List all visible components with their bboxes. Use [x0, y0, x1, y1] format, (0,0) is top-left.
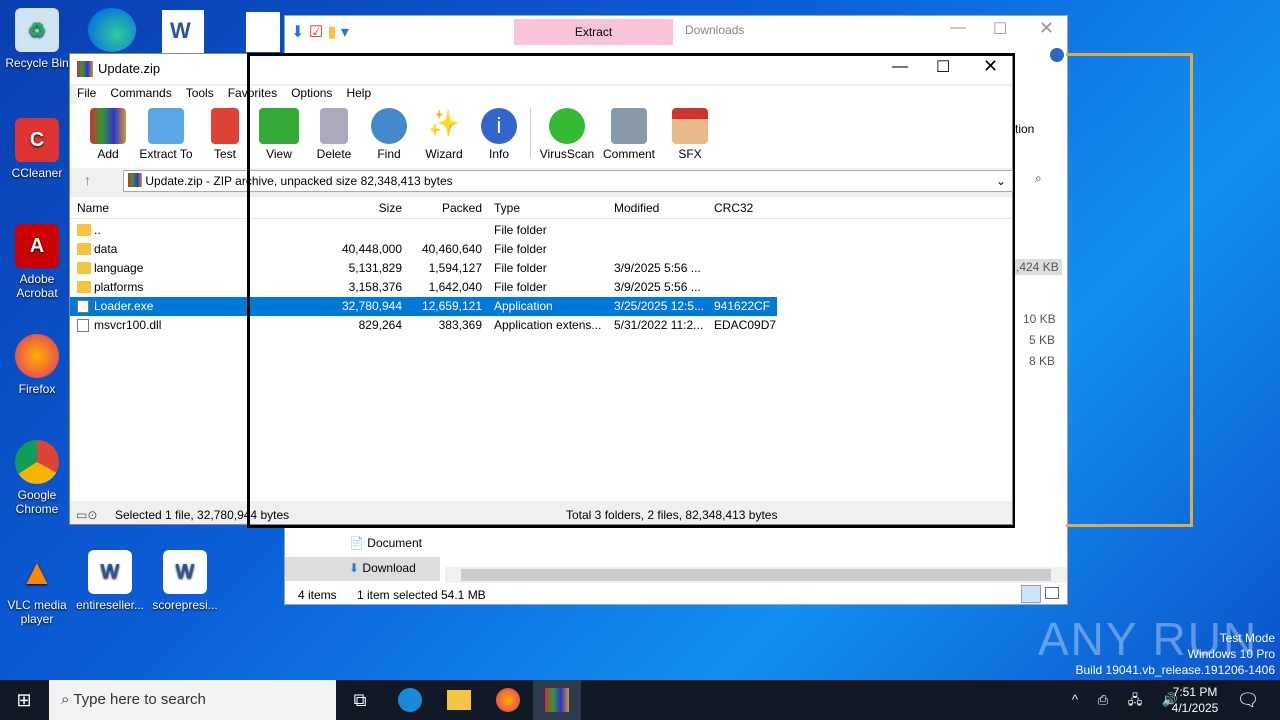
explorer-minimize-button[interactable]: —: [950, 19, 966, 37]
desktop-icon-ccleaner[interactable]: C CCleaner: [0, 118, 74, 180]
nav-item-downloads[interactable]: ⬇ Download: [285, 557, 440, 581]
desktop-icon-firefox[interactable]: Firefox: [0, 334, 74, 396]
cell-name: ..: [94, 223, 101, 237]
cell-name: Loader.exe: [94, 299, 154, 313]
explorer-title: Downloads: [685, 23, 745, 37]
details-view-button[interactable]: [1021, 585, 1041, 603]
ccleaner-icon: C: [15, 118, 59, 162]
ribbon-partial-label: tion: [1015, 122, 1035, 136]
archive-icon: [128, 173, 142, 187]
winrar-app-icon: [77, 61, 93, 77]
desktop-icon-scorepresi[interactable]: Wscorepresi...: [148, 550, 222, 612]
status-selected: 1 item selected: [357, 588, 438, 602]
status-size: 54.1 MB: [441, 588, 486, 602]
up-folder-button[interactable]: ↑: [84, 172, 91, 188]
folder-icon: [77, 262, 91, 274]
drive-icon: ▭⊙: [76, 508, 98, 522]
word-doc-icon: W: [88, 550, 132, 594]
highlight-frame-black: [247, 53, 1015, 528]
quick-access-toolbar: ⬇ ☑ ▮ ▾: [291, 24, 349, 41]
help-icon[interactable]: [1049, 47, 1065, 63]
cell-name: msvcr100.dll: [94, 318, 162, 332]
watermark-text: Test Mode Windows 10 Pro Build 19041.vb_re…: [1075, 631, 1276, 677]
desktop-icon-vlc[interactable]: ▲ VLC media player: [0, 550, 74, 626]
recycle-bin-icon: ♻: [15, 8, 59, 52]
desktop-icon-entireseller[interactable]: Wentireseller...: [73, 550, 147, 612]
vlc-icon: ▲: [19, 551, 55, 592]
file-icon: [77, 319, 89, 332]
toolbar-test[interactable]: Test: [205, 108, 245, 161]
file-size: 8 KB: [1029, 354, 1056, 368]
clock[interactable]: 7:51 PM 4/1/2025: [1166, 684, 1224, 716]
word-desktop-icon[interactable]: W: [162, 10, 204, 54]
taskbar: ⊞ ⌕ Type here to search ⧉ ^ ⎙ 🖧 🔊 7:51 P…: [0, 680, 1280, 720]
highlight-frame-orange: [1066, 53, 1193, 527]
column-name[interactable]: Name: [77, 197, 109, 219]
file-explorer-taskbar-icon[interactable]: [435, 680, 483, 720]
test-clipboard-icon: [211, 108, 239, 144]
edge-desktop-icon[interactable]: [88, 8, 136, 52]
menu-commands[interactable]: Commands: [110, 86, 171, 100]
firefox-icon: [15, 334, 59, 378]
cell-name: data: [94, 242, 118, 256]
explorer-maximize-button[interactable]: ☐: [993, 19, 1007, 39]
horizontal-scrollbar[interactable]: [445, 567, 1067, 583]
file-size: 10 KB: [1023, 312, 1056, 326]
desktop-icon-acrobat[interactable]: A Adobe Acrobat: [0, 224, 74, 300]
file-size: ,424 KB: [1013, 259, 1062, 275]
image-desktop-icon[interactable]: [246, 12, 280, 52]
word-doc-icon: W: [163, 550, 207, 594]
taskbar-search-box[interactable]: ⌕ Type here to search: [49, 680, 336, 720]
folder-icon: [77, 281, 91, 293]
winrar-taskbar-icon[interactable]: [533, 680, 581, 720]
toolbar-extract-to[interactable]: Extract To: [137, 108, 195, 161]
search-icon[interactable]: ⌕: [1035, 171, 1042, 186]
menu-file[interactable]: File: [77, 86, 96, 100]
preview-view-button[interactable]: [1045, 587, 1059, 599]
acrobat-icon: A: [15, 224, 59, 268]
explorer-close-button[interactable]: ✕: [1039, 18, 1054, 39]
firefox-taskbar-icon[interactable]: [484, 680, 532, 720]
desktop-icon-recycle-bin[interactable]: ♻ Recycle Bin: [0, 8, 74, 70]
extract-folder-icon: [148, 108, 184, 144]
file-size: 5 KB: [1029, 333, 1056, 347]
start-button[interactable]: ⊞: [0, 680, 48, 720]
folder-icon: [77, 224, 91, 236]
notification-icon[interactable]: 🗨: [1224, 680, 1272, 720]
toolbar-add[interactable]: Add: [88, 108, 128, 161]
desktop-icon-chrome[interactable]: Google Chrome: [0, 440, 74, 516]
task-view-icon[interactable]: ⧉: [336, 680, 384, 720]
search-icon: ⌕: [61, 691, 70, 708]
cell-name: language: [94, 261, 144, 275]
nav-item-documents[interactable]: 📄 Document: [349, 536, 422, 550]
window-title: Update.zip: [98, 61, 161, 76]
menu-tools[interactable]: Tools: [186, 86, 214, 100]
ribbon-tab-extract[interactable]: Extract: [514, 19, 673, 45]
edge-taskbar-icon[interactable]: [386, 680, 434, 720]
status-item-count: 4 items: [298, 588, 337, 602]
file-icon: [77, 300, 89, 313]
folder-icon: [77, 243, 91, 255]
chrome-icon: [15, 440, 59, 484]
add-icon: [90, 108, 126, 144]
cell-name: platforms: [94, 280, 144, 294]
